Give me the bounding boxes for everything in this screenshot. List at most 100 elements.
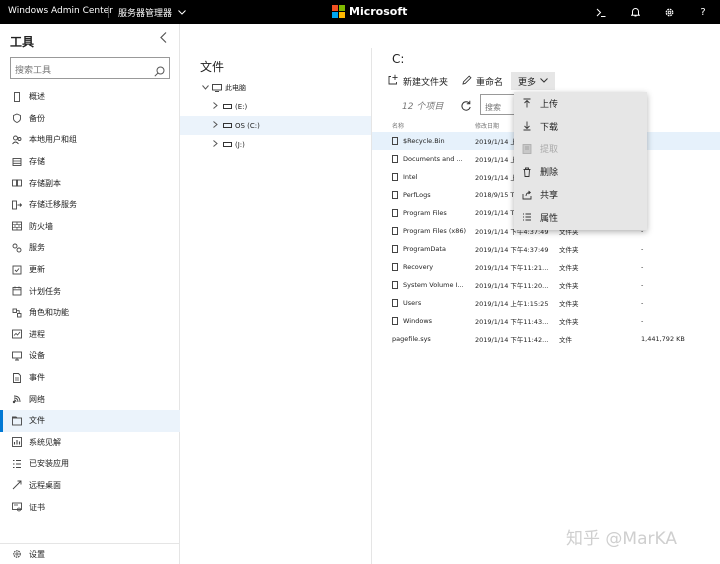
file-size: - [641, 317, 644, 325]
sidebar-item-network[interactable]: 网络 [0, 388, 180, 410]
collapse-sidebar-button[interactable] [160, 32, 167, 46]
table-row[interactable]: pagefile.sys 2019/1/14 下午11:42... 文件 1,441,… [372, 330, 720, 348]
sidebar-item-roles[interactable]: 角色和功能 [0, 302, 180, 324]
table-row[interactable]: Users 2019/1/14 上午1:15:25 文件夹 - [372, 294, 720, 312]
sidebar-item-firewall[interactable]: 防火墙 [0, 216, 180, 238]
sidebar-item-system-insights[interactable]: 系统见解 [0, 432, 180, 454]
action-bar: 新建文件夹 重命名 更多 [388, 72, 569, 90]
bell-icon[interactable] [626, 4, 644, 20]
tools-title: 工具 [10, 35, 35, 49]
firewall-icon [12, 221, 22, 231]
table-row[interactable]: Recovery 2019/1/14 下午11:21... 文件夹 - [372, 258, 720, 276]
file-name-cell[interactable]: Intel [372, 173, 475, 181]
menu-item-download[interactable]: 下载 [514, 115, 647, 138]
chevron-down-icon[interactable] [200, 83, 210, 92]
sidebar-item-updates[interactable]: 更新 [0, 259, 180, 281]
tools-search-input[interactable] [11, 61, 141, 81]
refresh-icon[interactable] [460, 97, 472, 116]
delete-icon [522, 167, 532, 177]
users-icon [12, 135, 22, 145]
terminal-icon[interactable] [592, 4, 610, 20]
drive-icon [223, 123, 232, 128]
server-manager-dropdown[interactable]: 服务器管理器 [118, 6, 186, 19]
file-name-cell[interactable]: Program Files (x86) [372, 227, 475, 235]
chevron-right-icon[interactable] [210, 140, 220, 149]
tree-label: (E:) [235, 102, 248, 111]
files-pane-title: 文件 [200, 60, 225, 74]
file-name-cell[interactable]: pagefile.sys [372, 335, 475, 343]
app-title[interactable]: Windows Admin Center [8, 6, 113, 16]
help-icon[interactable]: ? [694, 4, 712, 20]
file-name-cell[interactable]: Documents and ... [372, 155, 475, 163]
roles-icon [12, 308, 22, 318]
gear-icon[interactable] [660, 4, 678, 20]
file-name-cell[interactable]: ProgramData [372, 245, 475, 253]
file-type: 文件 [559, 336, 572, 344]
file-date: 2019/1/14 上午1:15:25 [475, 300, 549, 308]
network-icon [12, 394, 22, 404]
tree-label: 此电脑 [225, 83, 246, 92]
settings-item[interactable]: 设置 [0, 543, 180, 564]
file-name-cell[interactable]: Recovery [372, 263, 475, 271]
file-name: Program Files [403, 209, 447, 217]
tree-node-drive-j[interactable]: (J:) [180, 135, 371, 154]
file-name-cell[interactable]: Windows [372, 317, 475, 325]
sidebar-item-label: 角色和功能 [29, 308, 69, 318]
file-size: - [641, 227, 644, 235]
chevron-right-icon[interactable] [210, 121, 220, 130]
tree-node-this-pc[interactable]: 此电脑 [180, 78, 371, 97]
file-name-cell[interactable]: Users [372, 299, 475, 307]
new-folder-button[interactable]: 新建文件夹 [388, 74, 448, 88]
menu-item-delete[interactable]: 删除 [514, 160, 647, 183]
tools-search-box[interactable] [10, 57, 170, 81]
table-row[interactable]: System Volume I... 2019/1/14 下午11:20... 文件… [372, 276, 720, 294]
sidebar-item-label: 备份 [29, 113, 45, 123]
file-name: Users [403, 299, 422, 307]
menu-item-label: 提取 [540, 145, 559, 156]
watermark: 知乎 @MarKA [566, 529, 677, 549]
sidebar-item-label: 存储 [29, 157, 45, 167]
sidebar-item-events[interactable]: 事件 [0, 367, 180, 389]
file-name-cell[interactable]: System Volume I... [372, 281, 475, 289]
sidebar-item-label: 已安装应用 [29, 459, 69, 469]
sidebar-item-processes[interactable]: 进程 [0, 324, 180, 346]
tree-label: (J:) [235, 140, 245, 149]
chevron-right-icon[interactable] [210, 102, 220, 111]
upload-icon [522, 98, 532, 108]
sidebar-item-installed-apps[interactable]: 已安装应用 [0, 453, 180, 475]
file-name-cell[interactable]: PerfLogs [372, 191, 475, 199]
sidebar-item-label: 设备 [29, 351, 45, 361]
sidebar-item-storage-migration[interactable]: 存储迁移服务 [0, 194, 180, 216]
folder-icon [392, 281, 398, 289]
rename-button[interactable]: 重命名 [462, 74, 503, 88]
sidebar-item-scheduled-tasks[interactable]: 计划任务 [0, 280, 180, 302]
tree-node-drive-c[interactable]: OS (C:) [180, 116, 371, 135]
sidebar-item-services[interactable]: 服务 [0, 237, 180, 259]
sidebar-item-backup[interactable]: 备份 [0, 108, 180, 130]
sidebar-item-remote-desktop[interactable]: 远程桌面 [0, 475, 180, 497]
sidebar-item-storage-replica[interactable]: 存储副本 [0, 172, 180, 194]
file-name: Documents and ... [403, 155, 463, 163]
processes-icon [12, 329, 22, 339]
sidebar-item-users[interactable]: 本地用户和组 [0, 129, 180, 151]
sidebar-item-devices[interactable]: 设备 [0, 345, 180, 367]
table-row[interactable]: ProgramData 2019/1/14 下午4:37:49 文件夹 - [372, 240, 720, 258]
tree-node-drive-e[interactable]: (E:) [180, 97, 371, 116]
file-name-cell[interactable]: Program Files [372, 209, 475, 217]
sidebar-item-files[interactable]: 文件 [0, 409, 180, 432]
table-row[interactable]: Windows 2019/1/14 下午11:43... 文件夹 - [372, 312, 720, 330]
sidebar-item-certificates[interactable]: 证书 [0, 496, 180, 518]
search-icon[interactable] [154, 62, 165, 81]
more-button[interactable]: 更多 [511, 72, 556, 90]
sidebar-item-overview[interactable]: 概述 [0, 86, 180, 108]
folder-tree: 此电脑 (E:) OS (C:) (J:) [180, 78, 371, 154]
menu-item-upload[interactable]: 上传 [514, 92, 647, 115]
file-date: 2019/1/14 下午11:42... [475, 336, 549, 344]
menu-item-share[interactable]: 共享 [514, 183, 647, 206]
menu-item-properties[interactable]: 属性 [514, 206, 647, 229]
new-folder-icon [388, 74, 399, 88]
column-header-name[interactable]: 名称 [372, 121, 475, 130]
file-name-cell[interactable]: $Recycle.Bin [372, 137, 475, 145]
sidebar-item-storage[interactable]: 存储 [0, 151, 180, 173]
column-header-size[interactable]: 小 [641, 121, 720, 130]
